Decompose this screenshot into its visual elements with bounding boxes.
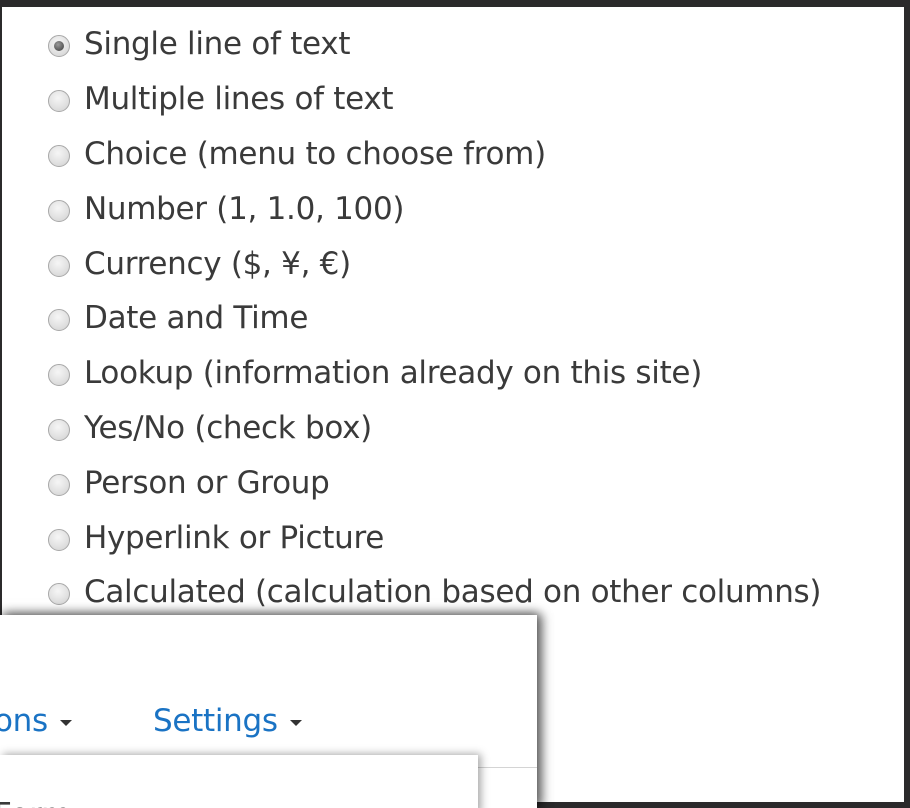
menu-item-label: Settings xyxy=(153,703,278,739)
radio-button[interactable] xyxy=(48,199,70,222)
radio-button[interactable] xyxy=(48,528,70,551)
radio-button[interactable] xyxy=(48,418,70,441)
radio-button[interactable] xyxy=(48,583,70,606)
radio-button[interactable] xyxy=(48,144,70,167)
radio-option-lookup[interactable]: Lookup (information already on this site… xyxy=(48,346,821,401)
radio-option-calculated[interactable]: Calculated (calculation based on other c… xyxy=(48,565,822,620)
radio-button[interactable] xyxy=(48,90,70,113)
menu-bar: ons Settings xyxy=(0,703,537,743)
radio-button-checked[interactable] xyxy=(48,35,70,58)
radio-label: Choice (menu to choose from) xyxy=(84,135,546,172)
chevron-down-icon xyxy=(59,720,72,726)
menu-item-settings[interactable]: Settings xyxy=(153,703,302,739)
radio-label: Currency ($, ¥, €) xyxy=(84,245,351,282)
radio-option-yes-no[interactable]: Yes/No (check box) xyxy=(48,401,821,456)
radio-button[interactable] xyxy=(48,473,70,496)
radio-label: Calculated (calculation based on other c… xyxy=(84,574,822,611)
field-type-radio-group: Single line of text Multiple lines of te… xyxy=(48,17,822,620)
radio-button[interactable] xyxy=(48,309,70,332)
radio-label: Number (1, 1.0, 100) xyxy=(84,190,405,227)
radio-label: Hyperlink or Picture xyxy=(84,519,385,556)
radio-button[interactable] xyxy=(48,364,70,387)
radio-option-date-time[interactable]: Date and Time xyxy=(48,291,821,346)
menu-item-actions[interactable]: ons xyxy=(0,703,72,739)
menu-item-label: ons xyxy=(0,703,48,739)
chevron-down-icon xyxy=(289,720,302,726)
radio-option-number[interactable]: Number (1, 1.0, 100) xyxy=(48,181,821,236)
radio-label: Multiple lines of text xyxy=(84,81,394,118)
menu-divider xyxy=(475,767,537,768)
radio-label: Single line of text xyxy=(84,26,351,63)
radio-option-currency[interactable]: Currency ($, ¥, €) xyxy=(48,236,821,291)
radio-option-person-group[interactable]: Person or Group xyxy=(48,455,821,510)
radio-button[interactable] xyxy=(48,254,70,277)
radio-label: Yes/No (check box) xyxy=(84,409,372,446)
dropdown-menu: Form xyxy=(0,755,478,808)
radio-label: Person or Group xyxy=(84,464,330,501)
radio-option-hyperlink-picture[interactable]: Hyperlink or Picture xyxy=(48,510,821,565)
radio-option-single-line-text[interactable]: Single line of text xyxy=(48,17,821,72)
radio-option-choice[interactable]: Choice (menu to choose from) xyxy=(48,127,821,182)
ribbon-popup: ons Settings Form xyxy=(0,615,537,808)
radio-label: Date and Time xyxy=(84,300,309,337)
radio-label: Lookup (information already on this site… xyxy=(84,355,702,392)
radio-option-multiple-lines-text[interactable]: Multiple lines of text xyxy=(48,72,821,127)
dropdown-item-form[interactable]: Form xyxy=(0,797,71,808)
